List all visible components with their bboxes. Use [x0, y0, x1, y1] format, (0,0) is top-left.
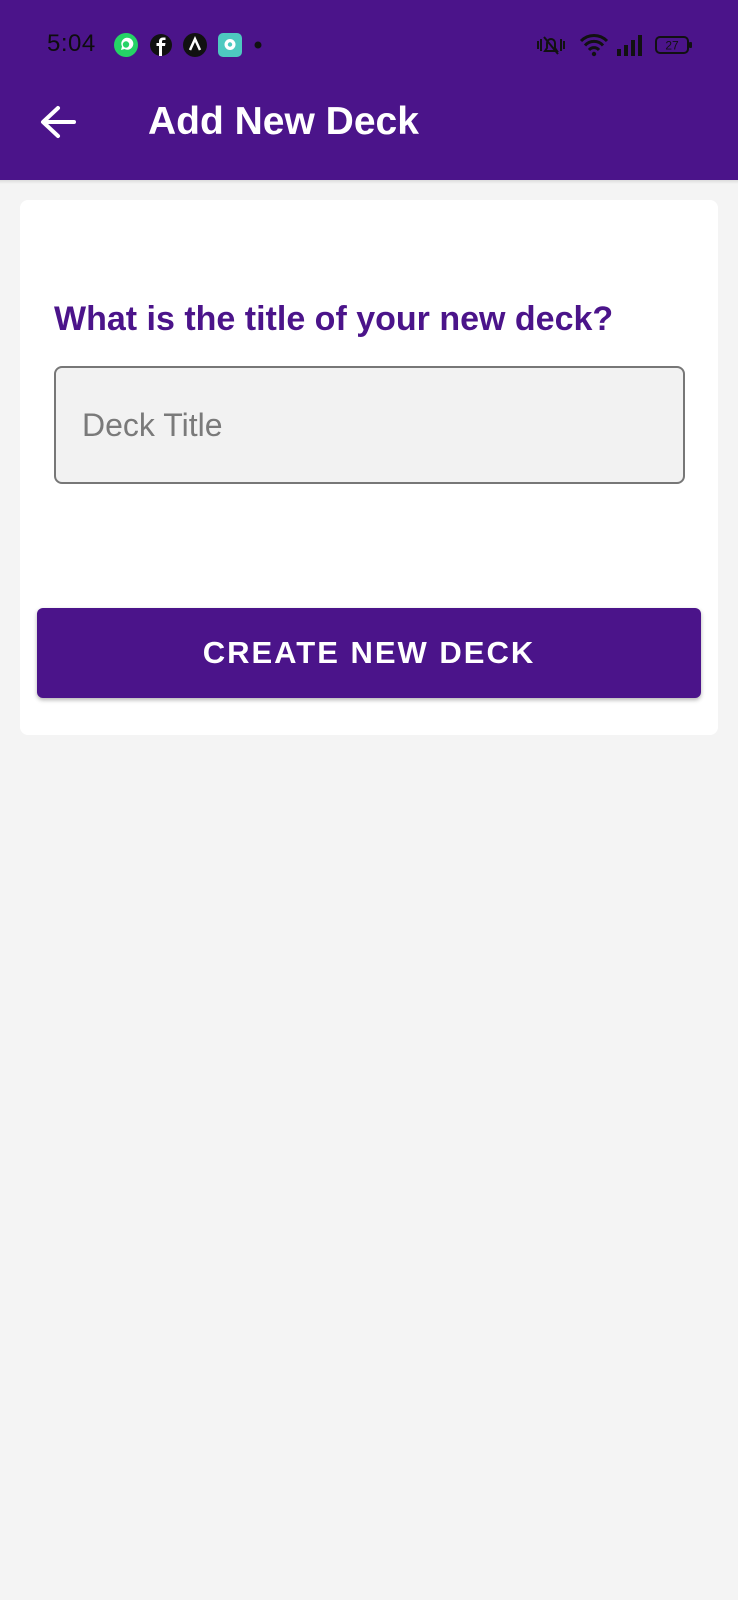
wifi-icon [579, 32, 609, 58]
app-header: 5:04 27 Add New Deck [0, 0, 738, 180]
back-button[interactable] [36, 102, 80, 146]
page-title: Add New Deck [148, 100, 419, 143]
create-new-deck-button[interactable]: CREATE NEW DECK [37, 608, 701, 698]
notification-a-icon [182, 32, 208, 58]
deck-title-input[interactable] [54, 366, 685, 484]
deck-title-question: What is the title of your new deck? [54, 300, 614, 338]
whatsapp-icon [113, 32, 139, 58]
header-shadow [0, 180, 738, 184]
status-time: 5:04 [47, 30, 96, 57]
toolbar: Add New Deck [0, 90, 738, 160]
chat-app-icon [217, 32, 243, 58]
arrow-left-icon [39, 105, 77, 144]
facebook-icon [148, 32, 174, 58]
dot-icon [253, 32, 279, 58]
vibrate-icon [534, 32, 568, 58]
battery-level: 27 [665, 39, 679, 53]
signal-icon [615, 32, 645, 58]
status-bar: 5:04 27 [0, 20, 738, 70]
battery-icon: 27 [655, 32, 693, 58]
new-deck-card: What is the title of your new deck? CREA… [20, 200, 718, 735]
